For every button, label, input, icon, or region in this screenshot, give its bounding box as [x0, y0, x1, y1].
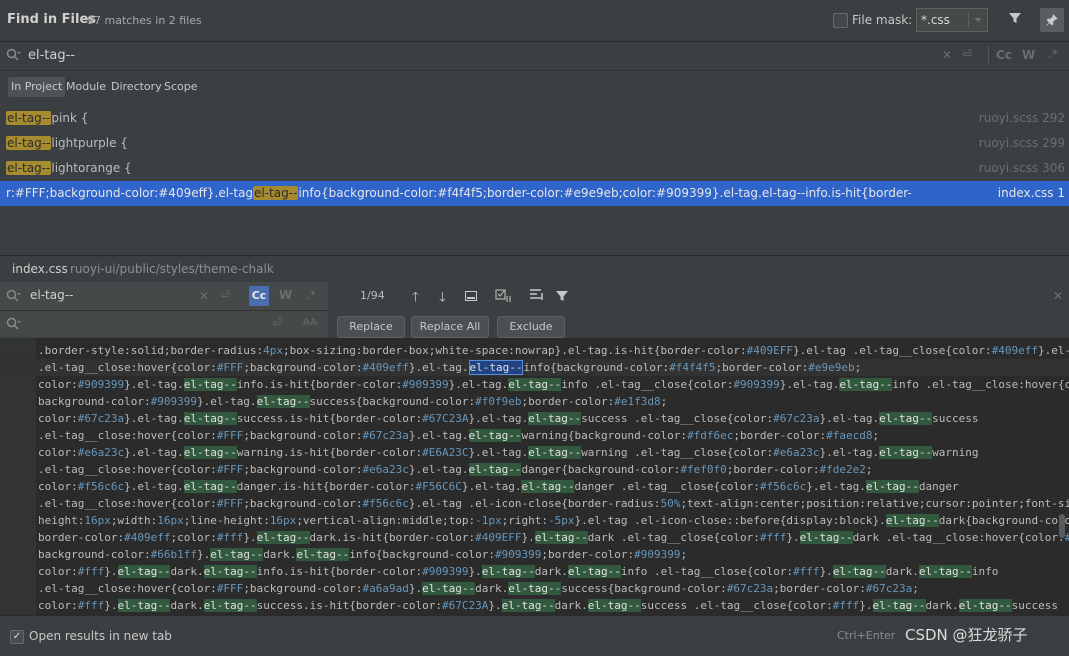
filter-icon[interactable]	[555, 289, 569, 306]
clear-icon[interactable]: ✕	[942, 48, 952, 62]
file-mask-checkbox[interactable]	[833, 13, 848, 28]
result-file: index.css 1	[997, 186, 1065, 200]
match-case-icon[interactable]: Cc	[996, 48, 1012, 62]
scope-scope[interactable]: Scope	[161, 77, 201, 97]
footer: ✓ Open results in new tab Ctrl+Enter CSD…	[0, 615, 1069, 656]
result-text: lightpurple {	[51, 136, 128, 150]
chevron-down-icon[interactable]	[972, 9, 984, 34]
file-mask-dropdown[interactable]: *.css	[916, 8, 988, 32]
search-input[interactable]: el-tag--	[28, 48, 75, 63]
result-row[interactable]: el-tag--lightpurple { ruoyi.scss 299	[0, 131, 1069, 156]
result-prefix: r:#FFF;background-color:#409eff}.el-tag	[6, 186, 254, 200]
new-line-icon[interactable]: ⏎	[272, 316, 282, 330]
new-line-icon[interactable]: ⏎	[962, 47, 972, 61]
code-line: .el-tag__close:hover{color:#FFF;backgrou…	[38, 497, 1069, 510]
in-selection-icon[interactable]	[495, 288, 513, 307]
replace-field-panel: ⏎ AA	[0, 311, 328, 337]
code-line: background-color:#909399}.el-tag.el-tag-…	[38, 395, 668, 408]
words-icon[interactable]: W	[279, 288, 292, 302]
find-field-panel: el-tag-- ✕ ⏎ Cc W .*	[0, 282, 328, 311]
open-in-tab-label: Open results in new tab	[29, 629, 172, 643]
search-row: el-tag-- ✕ ⏎ Cc W .*	[0, 42, 1069, 71]
select-all-icon[interactable]	[464, 289, 478, 306]
multiline-icon[interactable]	[529, 288, 545, 305]
search-history-icon[interactable]	[6, 289, 22, 306]
code-line: .el-tag__close:hover{color:#FFF;backgrou…	[38, 582, 919, 595]
arrow-down-icon[interactable]: 🡓	[439, 288, 446, 310]
scope-directory[interactable]: Directory	[108, 77, 165, 97]
code-line: color:#e6a23c}.el-tag.el-tag--warning.is…	[38, 446, 979, 459]
filter-icon[interactable]	[1008, 11, 1022, 29]
find-in-files-header: Find in Files 97 matches in 2 files File…	[0, 0, 1069, 42]
file-mask-label: File mask:	[852, 13, 913, 27]
code-line: color:#67c23a}.el-tag.el-tag--success.is…	[38, 412, 979, 425]
regex-icon[interactable]: .*	[306, 288, 316, 302]
code-line: border-color:#409eff;color:#fff}.el-tag-…	[38, 531, 1069, 544]
code-preview[interactable]: .border-style:solid;border-radius:4px;bo…	[0, 338, 1069, 615]
result-match: el-tag--	[6, 161, 52, 175]
match-position: 1/94	[360, 289, 385, 302]
find-toolbar: 1/94 🡑 🡓 ✕ Replace Replace All Exclude	[328, 282, 1069, 338]
dropdown-divider	[968, 12, 969, 28]
match-count: 97 matches in 2 files	[87, 14, 202, 27]
result-match: el-tag--	[253, 186, 299, 200]
result-text: pink {	[51, 111, 89, 125]
result-file: ruoyi.scss 306	[978, 161, 1065, 175]
code-line: color:#909399}.el-tag.el-tag--info.is-hi…	[38, 378, 1069, 391]
code-line: background-color:#66b1ff}.el-tag--dark.e…	[38, 548, 688, 561]
new-line-icon[interactable]: ⏎	[220, 288, 230, 302]
dialog-title: Find in Files	[7, 12, 97, 27]
result-row[interactable]: el-tag--pink { ruoyi.scss 292	[0, 106, 1069, 131]
replace-button[interactable]: Replace	[337, 316, 405, 338]
words-icon[interactable]: W	[1022, 48, 1035, 62]
code-line: .el-tag__close:hover{color:#FFF;backgrou…	[0, 359, 1069, 376]
replace-input[interactable]	[30, 315, 240, 333]
result-file: ruoyi.scss 292	[978, 111, 1065, 125]
code-line: color:#f56c6c}.el-tag.el-tag--danger.is-…	[38, 480, 959, 493]
code-line: height:16px;width:16px;line-height:16px;…	[38, 514, 1069, 527]
result-text: info{background-color:#f4f4f5;border-col…	[298, 186, 912, 200]
code-line: .el-tag__close:hover{color:#FFF;backgrou…	[38, 463, 873, 476]
divider	[988, 46, 989, 64]
regex-icon[interactable]: .*	[1048, 47, 1058, 61]
replace-history-icon[interactable]	[6, 317, 22, 334]
preview-file-path: ruoyi-ui/public/styles/theme-chalk	[70, 262, 274, 276]
result-file: ruoyi.scss 299	[978, 136, 1065, 150]
result-row[interactable]: el-tag--lightorange { ruoyi.scss 306	[0, 156, 1069, 181]
shortcut-hint: Ctrl+Enter	[837, 629, 896, 642]
result-match: el-tag--	[6, 136, 52, 150]
open-in-tab-checkbox[interactable]: ✓	[10, 630, 24, 644]
close-icon[interactable]: ✕	[1053, 289, 1063, 303]
preview-file-name: index.css	[12, 262, 68, 276]
replace-all-button[interactable]: Replace All	[411, 316, 489, 338]
pin-icon[interactable]	[1040, 8, 1064, 32]
result-match: el-tag--	[6, 111, 52, 125]
result-text: lightorange {	[51, 161, 132, 175]
code-line: color:#fff}.el-tag--dark.el-tag--info.is…	[38, 565, 999, 578]
scope-in-project[interactable]: In Project	[8, 77, 66, 97]
vertical-scrollbar[interactable]	[1059, 514, 1065, 538]
file-mask-value: *.css	[921, 13, 950, 27]
preserve-case-icon[interactable]: AA	[303, 317, 317, 328]
scope-module[interactable]: Module	[63, 77, 109, 97]
find-input[interactable]: el-tag--	[30, 288, 73, 302]
code-line: .el-tag__close:hover{color:#FFF;backgrou…	[38, 429, 880, 442]
code-line: .border-style:solid;border-radius:4px;bo…	[38, 344, 1069, 357]
exclude-button[interactable]: Exclude	[497, 316, 565, 338]
search-history-icon[interactable]	[6, 48, 22, 66]
code-line: color:#fff}.el-tag--dark.el-tag--success…	[38, 599, 1058, 612]
result-row-selected[interactable]: r:#FFF;background-color:#409eff}.el-tage…	[0, 181, 1069, 206]
watermark: CSDN @狂龙骄子	[905, 626, 1028, 644]
scope-row: In Project Module Directory Scope	[0, 71, 1069, 107]
arrow-up-icon[interactable]: 🡑	[412, 288, 419, 310]
match-case-icon[interactable]: Cc	[249, 286, 269, 306]
clear-icon[interactable]: ✕	[199, 289, 209, 303]
preview-header: index.css ruoyi-ui/public/styles/theme-c…	[0, 255, 1069, 282]
